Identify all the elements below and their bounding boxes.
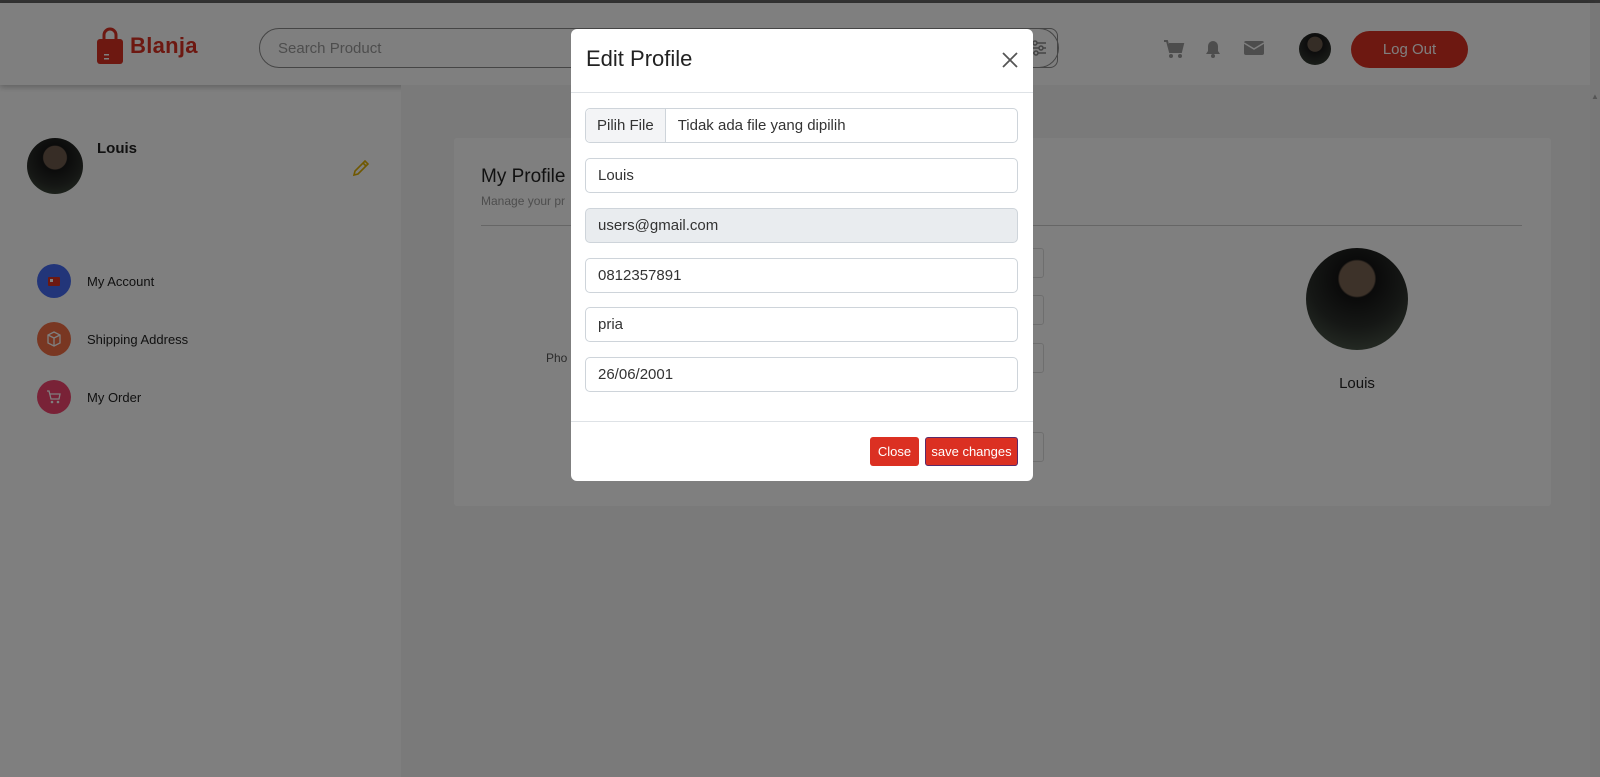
birth-date-value: 26/06/2001 <box>598 366 674 383</box>
modal-footer-divider <box>571 421 1033 422</box>
modal-title: Edit Profile <box>586 46 693 71</box>
name-field[interactable]: Louis <box>585 158 1018 193</box>
close-button[interactable]: Close <box>870 437 919 466</box>
choose-file-label: Pilih File <box>597 117 654 134</box>
close-icon[interactable] <box>1000 50 1020 70</box>
close-button-label: Close <box>877 444 912 459</box>
gender-value: pria <box>598 316 624 333</box>
file-input[interactable]: Pilih File Tidak ada file yang dipilih <box>585 108 1018 143</box>
email-field: users@gmail.com <box>585 208 1018 243</box>
page: Blanja Search Product <box>0 0 1600 777</box>
phone-field[interactable]: 0812357891 <box>585 258 1018 293</box>
modal-header-divider <box>571 92 1033 93</box>
scroll-up-arrow[interactable]: ▲ <box>1591 92 1599 101</box>
gender-field[interactable]: pria <box>585 307 1018 342</box>
save-button-label: save changes <box>931 444 1012 459</box>
email-value: users@gmail.com <box>598 217 719 234</box>
birth-date-field[interactable]: 26/06/2001 <box>585 357 1018 392</box>
file-status-text: Tidak ada file yang dipilih <box>677 117 846 134</box>
edit-profile-modal: Edit Profile Pilih File Tidak ada file y… <box>571 29 1033 481</box>
choose-file-button[interactable]: Pilih File <box>586 109 666 142</box>
phone-value: 0812357891 <box>598 267 682 284</box>
save-changes-button[interactable]: save changes <box>925 437 1018 466</box>
name-value: Louis <box>598 167 634 184</box>
